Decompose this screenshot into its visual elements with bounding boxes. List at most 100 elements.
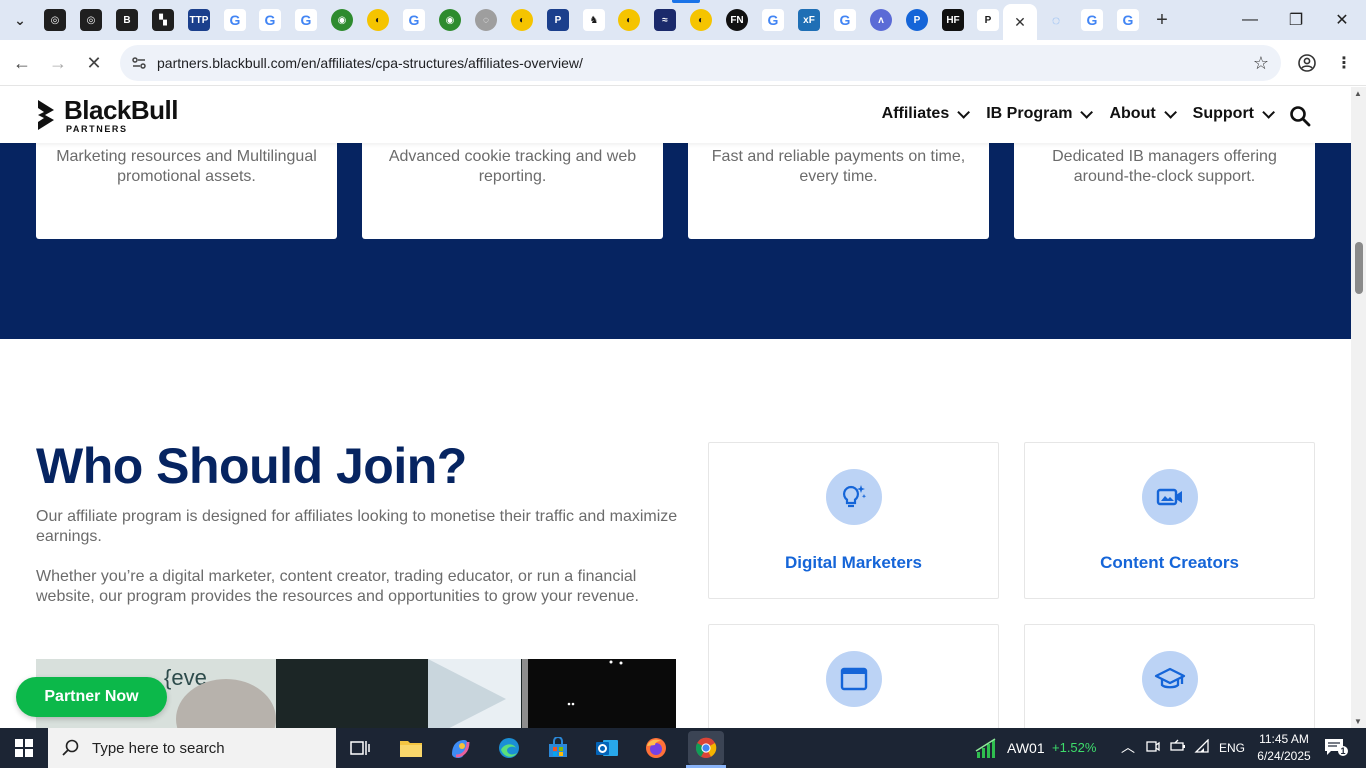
task-view-icon[interactable] <box>346 734 374 762</box>
chevron-down-icon <box>1080 105 1094 119</box>
tab-ttp-icon[interactable]: TTP <box>188 9 210 31</box>
blackbull-mark-icon <box>38 100 54 130</box>
taskbar-search-placeholder: Type here to search <box>92 739 225 757</box>
chevron-down-icon <box>1163 105 1177 119</box>
address-bar[interactable]: partners.blackbull.com/en/affiliates/cpa… <box>120 45 1281 81</box>
tab-chatgpt-icon[interactable]: ◎ <box>44 9 66 31</box>
close-window-button[interactable]: ✕ <box>1330 8 1354 32</box>
meet-now-icon[interactable] <box>1146 739 1160 756</box>
windows-start-button[interactable] <box>0 728 48 768</box>
tab-google-icon[interactable]: G <box>834 9 856 31</box>
blackbull-logo[interactable]: BlackBull PARTNERS <box>36 97 179 134</box>
file-explorer-icon[interactable] <box>397 734 425 762</box>
site-settings-icon[interactable] <box>130 54 148 72</box>
tab-hf-icon[interactable]: HF <box>942 9 964 31</box>
scroll-up-arrow-icon[interactable]: ▲ <box>1354 89 1363 98</box>
partner-now-button[interactable]: Partner Now <box>16 677 167 717</box>
edge-browser-icon[interactable] <box>495 734 523 762</box>
tab-globe-green-icon[interactable]: ◉ <box>331 9 353 31</box>
bookmark-star-icon[interactable]: ☆ <box>1253 53 1269 74</box>
browser-window-icon <box>826 651 882 707</box>
show-hidden-icons-icon[interactable]: ︿ <box>1121 737 1135 757</box>
close-tab-icon[interactable]: ✕ <box>1014 14 1026 31</box>
tab-bold-b-icon[interactable]: B <box>116 9 138 31</box>
tab-pepperstone-icon[interactable]: P <box>977 9 999 31</box>
feature-card-marketing: Marketing resources and Multilingual pro… <box>36 143 337 239</box>
search-icon[interactable] <box>1289 105 1311 127</box>
audience-card-content-creators[interactable]: Content Creators <box>1024 442 1315 599</box>
nav-support[interactable]: Support <box>1192 105 1275 123</box>
audience-card-label: Digital Marketers <box>785 553 922 572</box>
scrollbar-thumb[interactable] <box>1355 242 1363 294</box>
tab-google-icon[interactable]: G <box>403 9 425 31</box>
tab-p-circle-icon[interactable]: P <box>906 9 928 31</box>
scroll-down-arrow-icon[interactable]: ▼ <box>1354 717 1363 726</box>
section-body: Whether you’re a digital marketer, conte… <box>36 568 639 605</box>
tab-globe-green-icon[interactable]: ◉ <box>439 9 461 31</box>
windows-logo-icon <box>15 739 33 757</box>
tab-loading-icon[interactable]: ◌ <box>1045 9 1067 31</box>
feature-text: Dedicated IB managers offering around-th… <box>1052 148 1277 185</box>
taskbar-search-box[interactable]: Type here to search <box>48 728 336 768</box>
profile-icon[interactable] <box>1296 52 1318 74</box>
site-header: BlackBull PARTNERS Affiliates IB Program… <box>0 87 1351 143</box>
tab-google-icon[interactable]: G <box>224 9 246 31</box>
tab-google-icon[interactable]: G <box>1117 9 1139 31</box>
section-title: Who Should Join? <box>36 438 467 494</box>
active-tab[interactable]: ✕ <box>1003 4 1037 40</box>
tab-yellow-logo-icon[interactable]: ◐ <box>367 9 389 31</box>
new-tab-button[interactable]: + <box>1150 8 1174 32</box>
tab-xf-icon[interactable]: xF <box>798 9 820 31</box>
outlook-icon[interactable] <box>593 734 621 762</box>
nav-affiliates[interactable]: Affiliates <box>882 105 971 123</box>
system-clock[interactable]: 11:45 AM 6/24/2025 <box>1256 731 1312 765</box>
wifi-icon[interactable] <box>1194 738 1210 756</box>
audience-card-digital-marketers[interactable]: Digital Marketers <box>708 442 999 599</box>
tab-bull-icon[interactable]: ♞ <box>583 9 605 31</box>
tab-fn-icon[interactable]: FN <box>726 9 748 31</box>
tab-wave-icon[interactable]: ≈ <box>654 9 676 31</box>
chrome-icon[interactable] <box>688 731 724 765</box>
tab-globe-grey-icon[interactable]: ◌ <box>475 9 497 31</box>
audience-card-label: Content Creators <box>1100 553 1239 572</box>
tab-chart-icon[interactable]: ▚ <box>152 9 174 31</box>
firefox-icon[interactable] <box>642 734 670 762</box>
battery-icon[interactable] <box>1170 739 1186 756</box>
back-icon[interactable]: ← <box>10 51 34 75</box>
nav-about[interactable]: About <box>1109 105 1177 123</box>
tab-google-icon[interactable]: G <box>295 9 317 31</box>
language-indicator[interactable]: ENG <box>1219 741 1245 755</box>
tab-google-icon[interactable]: G <box>259 9 281 31</box>
video-camera-icon <box>1142 469 1198 525</box>
browser-toolbar: ← → ✕ partners.blackbull.com/en/affiliat… <box>0 40 1366 86</box>
tab-google-icon[interactable]: G <box>762 9 784 31</box>
notifications-button[interactable]: 1 <box>1324 738 1348 758</box>
nav-support-label: Support <box>1192 105 1254 122</box>
audience-card-educators[interactable] <box>1024 624 1315 728</box>
minimize-button[interactable]: — <box>1238 8 1262 32</box>
search-icon <box>62 739 79 756</box>
copilot-icon[interactable] <box>446 734 474 762</box>
tab-p-icon[interactable]: P <box>547 9 569 31</box>
logo-subtitle: PARTNERS <box>66 123 128 134</box>
tab-yellow-logo-icon[interactable]: ◐ <box>690 9 712 31</box>
tab-google-icon[interactable]: G <box>1081 9 1103 31</box>
audience-card-websites[interactable] <box>708 624 999 728</box>
menu-kebab-icon[interactable]: ⋮ <box>1333 52 1355 74</box>
lightbulb-icon <box>826 469 882 525</box>
stop-loading-icon[interactable]: ✕ <box>82 51 106 75</box>
tab-awa-icon[interactable]: ʌ <box>870 9 892 31</box>
tab-yellow-logo-icon[interactable]: ◐ <box>618 9 640 31</box>
tab-search-chevron-icon[interactable]: ⌄ <box>9 9 31 31</box>
tab-yellow-logo-icon[interactable]: ◐ <box>511 9 533 31</box>
page-scrollbar[interactable]: ▲ ▼ <box>1351 87 1366 728</box>
url-text[interactable]: partners.blackbull.com/en/affiliates/cpa… <box>157 55 583 71</box>
nav-ib-program[interactable]: IB Program <box>986 105 1094 123</box>
features-band: Marketing resources and Multilingual pro… <box>0 143 1351 339</box>
restore-button[interactable]: ❐ <box>1284 8 1308 32</box>
feature-card-support: Dedicated IB managers offering around-th… <box>1014 143 1315 239</box>
clock-time: 11:45 AM <box>1259 732 1309 746</box>
forward-icon[interactable]: → <box>46 51 70 75</box>
tab-chatgpt-icon[interactable]: ◎ <box>80 9 102 31</box>
microsoft-store-icon[interactable] <box>544 734 572 762</box>
